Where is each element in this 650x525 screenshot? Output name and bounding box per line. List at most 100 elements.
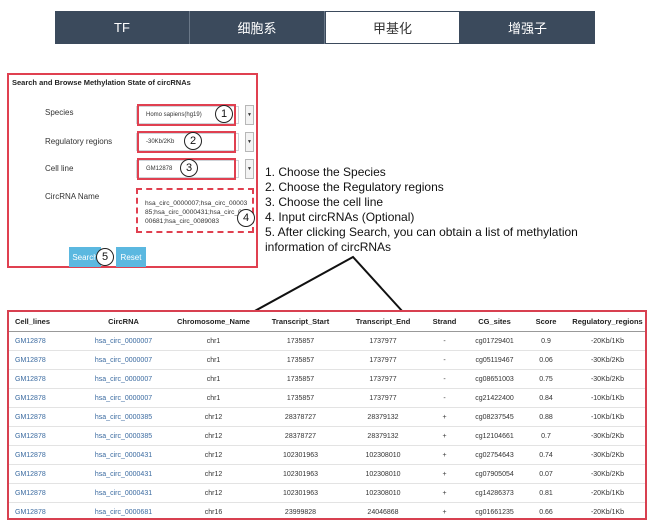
- results-table: Cell_lines CircRNA Chromosome_Name Transcri…: [7, 310, 647, 520]
- column-header-cg-sites[interactable]: CG_sites: [467, 312, 522, 332]
- table-cell: 102308010: [344, 483, 422, 503]
- table-cell[interactable]: GM12878: [9, 388, 77, 408]
- cell-line-dropdown-arrow-icon[interactable]: ▼: [245, 159, 254, 179]
- step-marker-4: 4: [237, 209, 255, 227]
- table-cell: 102301963: [257, 483, 344, 503]
- regulatory-regions-label: Regulatory regions: [45, 137, 113, 146]
- table-cell: cg05119467: [467, 350, 522, 370]
- table-cell: chr12: [170, 445, 257, 465]
- table-cell: 102301963: [257, 445, 344, 465]
- step-marker-5: 5: [96, 248, 114, 266]
- table-cell: +: [422, 483, 467, 503]
- table-cell[interactable]: hsa_circ_0000431: [77, 445, 170, 465]
- instruction-step: information of circRNAs: [265, 240, 392, 254]
- column-header-chromosome-name[interactable]: Chromosome_Name: [170, 312, 257, 332]
- table-row: GM12878 hsa_circ_0000385 chr12 28378727 2837…: [9, 407, 645, 427]
- table-cell[interactable]: hsa_circ_0000007: [77, 331, 170, 351]
- table-cell: 0.88: [522, 407, 570, 427]
- table-cell[interactable]: hsa_circ_0000431: [77, 483, 170, 503]
- table-cell: +: [422, 426, 467, 446]
- reset-button[interactable]: Reset: [116, 247, 146, 267]
- table-cell: -30Kb/2Kb: [570, 464, 645, 484]
- table-cell: chr12: [170, 483, 257, 503]
- table-cell: 102301963: [257, 464, 344, 484]
- table-cell[interactable]: GM12878: [9, 407, 77, 427]
- table-cell: 0.7: [522, 426, 570, 446]
- table-cell[interactable]: GM12878: [9, 426, 77, 446]
- table-cell: -30Kb/2Kb: [570, 426, 645, 446]
- table-cell: cg08651003: [467, 369, 522, 389]
- instruction-step: 3. Choose the cell line: [265, 195, 384, 209]
- table-cell[interactable]: hsa_circ_0000431: [77, 464, 170, 484]
- table-cell: 1737977: [344, 369, 422, 389]
- table-cell[interactable]: GM12878: [9, 350, 77, 370]
- table-cell[interactable]: GM12878: [9, 445, 77, 465]
- table-cell: cg02754643: [467, 445, 522, 465]
- table-cell: 1737977: [344, 388, 422, 408]
- table-cell[interactable]: GM12878: [9, 483, 77, 503]
- table-cell: 0.74: [522, 445, 570, 465]
- column-header-regulatory-regions[interactable]: Regulatory_regions: [570, 312, 645, 332]
- table-cell: chr12: [170, 426, 257, 446]
- table-cell: 1735857: [257, 369, 344, 389]
- table-cell[interactable]: hsa_circ_0000681: [77, 502, 170, 518]
- column-header-cell-lines[interactable]: Cell_lines: [9, 312, 77, 332]
- instruction-step: 4. Input circRNAs (Optional): [265, 210, 415, 224]
- table-row: GM12878 hsa_circ_0000007 chr1 1735857 173797…: [9, 331, 645, 351]
- table-cell: -30Kb/2Kb: [570, 445, 645, 465]
- column-header-circrna[interactable]: CircRNA: [77, 312, 170, 332]
- tab-methylation[interactable]: 甲基化: [325, 11, 460, 44]
- column-header-transcript-end[interactable]: Transcript_End: [344, 312, 422, 332]
- tab-bar: TF 细胞系 甲基化 增强子: [55, 11, 595, 44]
- step-marker-2: 2: [184, 132, 202, 150]
- table-cell: cg01729401: [467, 331, 522, 351]
- table-cell: 0.07: [522, 464, 570, 484]
- table-cell: 0.81: [522, 483, 570, 503]
- table-cell[interactable]: hsa_circ_0000007: [77, 369, 170, 389]
- table-cell: 28378727: [257, 407, 344, 427]
- table-cell: chr1: [170, 369, 257, 389]
- table-cell[interactable]: hsa_circ_0000385: [77, 426, 170, 446]
- column-header-transcript-start[interactable]: Transcript_Start: [257, 312, 344, 332]
- table-cell: 0.9: [522, 331, 570, 351]
- table-cell: chr12: [170, 407, 257, 427]
- table-row: GM12878 hsa_circ_0000431 chr12 102301963 102…: [9, 464, 645, 484]
- regulatory-dropdown-arrow-icon[interactable]: ▼: [245, 132, 254, 152]
- table-cell: -30Kb/2Kb: [570, 350, 645, 370]
- table-row: GM12878 hsa_circ_0000385 chr12 28378727 2837…: [9, 426, 645, 446]
- tab-enhancer[interactable]: 增强子: [460, 11, 595, 44]
- table-cell: 23999828: [257, 502, 344, 518]
- table-cell[interactable]: hsa_circ_0000007: [77, 350, 170, 370]
- table-cell: cg14286373: [467, 483, 522, 503]
- table-cell: +: [422, 407, 467, 427]
- table-cell: cg21422400: [467, 388, 522, 408]
- species-dropdown-arrow-icon[interactable]: ▼: [245, 105, 254, 125]
- tab-tf[interactable]: TF: [55, 11, 190, 44]
- column-header-strand[interactable]: Strand: [422, 312, 467, 332]
- table-cell[interactable]: hsa_circ_0000007: [77, 388, 170, 408]
- tab-cell-line[interactable]: 细胞系: [190, 11, 325, 44]
- table-cell[interactable]: GM12878: [9, 464, 77, 484]
- table-cell: -: [422, 388, 467, 408]
- table-cell[interactable]: GM12878: [9, 369, 77, 389]
- table-cell: cg08237545: [467, 407, 522, 427]
- circrna-name-input[interactable]: hsa_circ_0000007;hsa_circ_0000385;hsa_ci…: [136, 188, 254, 233]
- table-cell[interactable]: GM12878: [9, 502, 77, 518]
- table-row: GM12878 hsa_circ_0000007 chr1 1735857 173797…: [9, 369, 645, 389]
- table-cell: 102308010: [344, 445, 422, 465]
- panel-title: Search and Browse Methylation State of c…: [12, 78, 191, 87]
- table-cell: chr1: [170, 331, 257, 351]
- table-cell: cg07905054: [467, 464, 522, 484]
- instructions-list: 1. Choose the Species 2. Choose the Regu…: [265, 165, 578, 255]
- table-cell[interactable]: GM12878: [9, 331, 77, 351]
- table-cell: -10Kb/1Kb: [570, 388, 645, 408]
- table-cell: chr16: [170, 502, 257, 518]
- table-cell: -: [422, 369, 467, 389]
- table-cell: 0.66: [522, 502, 570, 518]
- table-cell: 28379132: [344, 426, 422, 446]
- table-cell[interactable]: hsa_circ_0000385: [77, 407, 170, 427]
- column-header-score[interactable]: Score: [522, 312, 570, 332]
- step-marker-3: 3: [180, 159, 198, 177]
- table-cell: 0.84: [522, 388, 570, 408]
- search-panel: Search and Browse Methylation State of c…: [7, 73, 258, 268]
